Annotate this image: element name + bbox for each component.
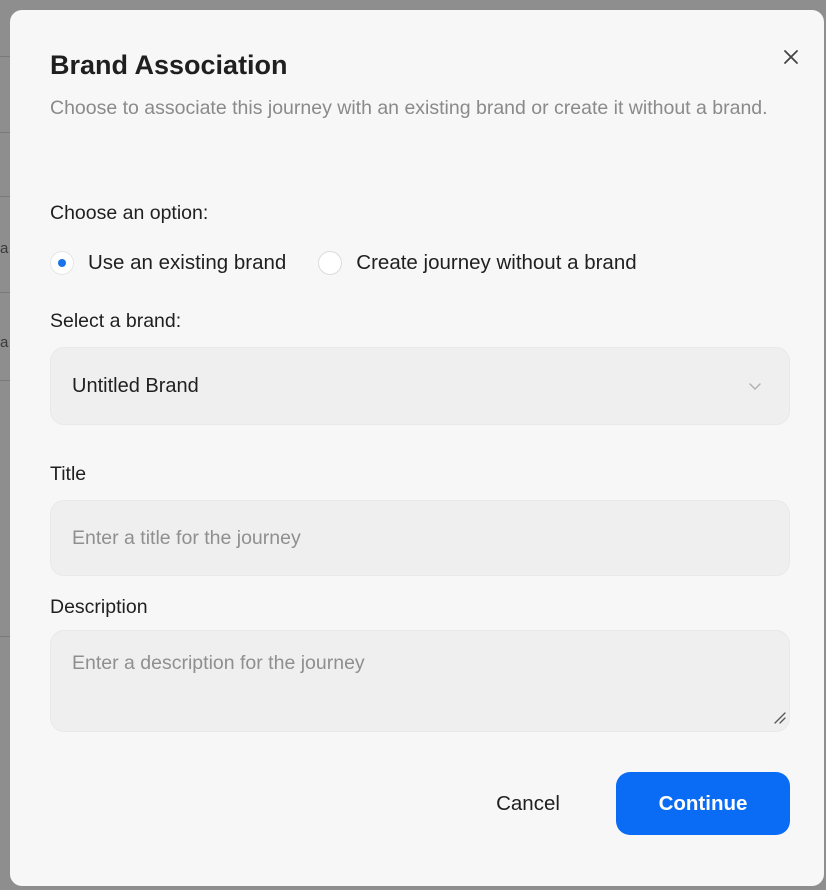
dialog-subtitle: Choose to associate this journey with an… (50, 97, 768, 119)
close-button[interactable] (778, 44, 804, 70)
title-input[interactable] (50, 500, 790, 576)
radio-unchecked-icon[interactable] (318, 251, 343, 275)
dialog-title: Brand Association (50, 50, 288, 80)
backdrop-text-fragment: a (0, 240, 9, 257)
description-label: Description (50, 596, 148, 618)
select-brand-label: Select a brand: (50, 310, 182, 332)
brand-association-dialog: Brand Association Choose to associate th… (10, 10, 824, 886)
backdrop-divider (0, 56, 10, 57)
backdrop-text-fragment: a (0, 334, 9, 351)
radio-create-without-brand[interactable]: Create journey without a brand (318, 251, 637, 275)
radio-use-existing-brand[interactable]: Use an existing brand (50, 251, 286, 275)
radio-label-create-without-brand: Create journey without a brand (356, 251, 637, 274)
option-radio-group: Use an existing brand Create journey wit… (50, 248, 637, 278)
radio-label-use-existing-brand: Use an existing brand (88, 251, 287, 274)
backdrop-divider (0, 636, 10, 637)
brand-select-value: Untitled Brand (72, 374, 199, 397)
brand-select[interactable]: Untitled Brand (50, 347, 790, 425)
close-icon (784, 50, 798, 64)
continue-button[interactable]: Continue (616, 772, 790, 835)
cancel-button[interactable]: Cancel (473, 773, 583, 835)
backdrop-divider (0, 292, 10, 293)
backdrop-divider (0, 132, 10, 133)
resize-handle-icon[interactable] (772, 710, 786, 724)
chevron-down-icon (747, 378, 763, 394)
backdrop-divider (0, 196, 10, 197)
title-label: Title (50, 463, 87, 485)
description-textarea[interactable] (50, 630, 790, 732)
choose-option-label: Choose an option: (50, 202, 209, 224)
radio-checked-icon[interactable] (50, 251, 74, 275)
backdrop-divider (0, 380, 10, 381)
